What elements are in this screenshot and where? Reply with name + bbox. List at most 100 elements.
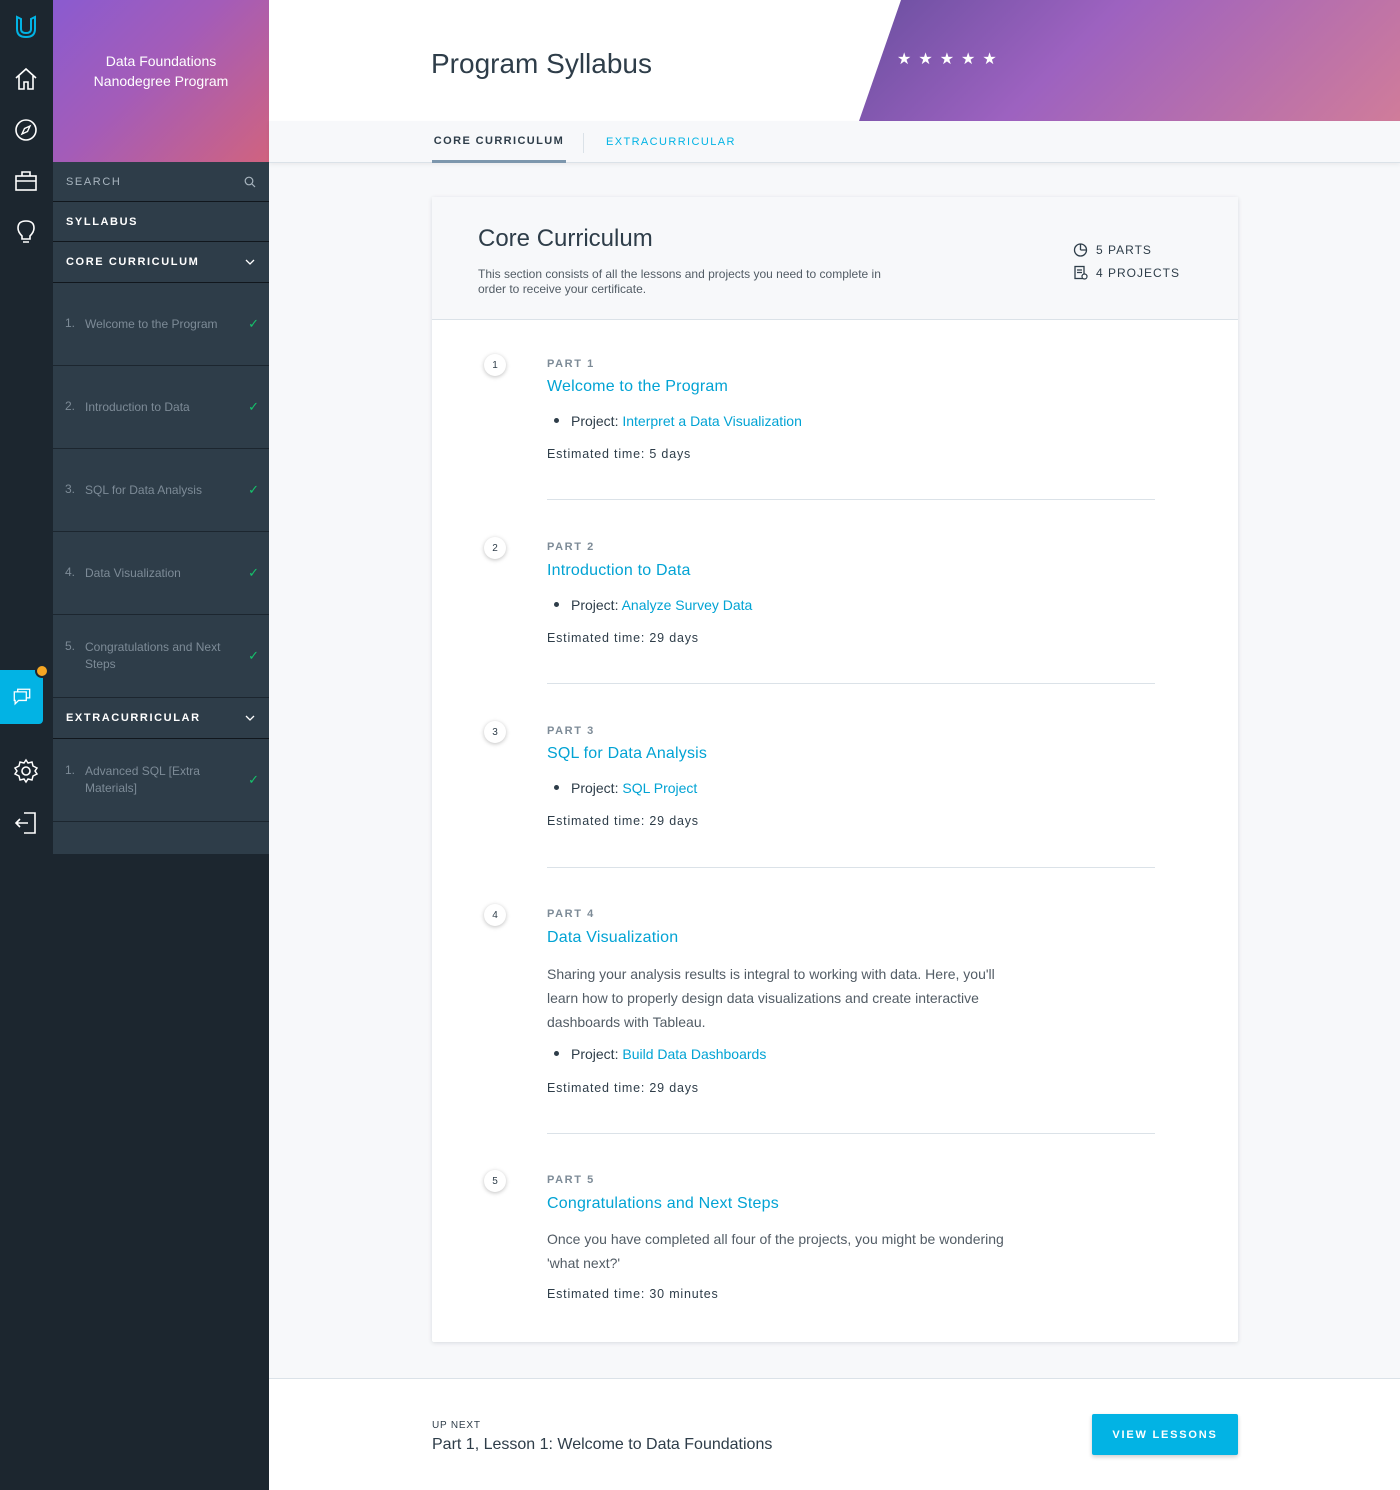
- project-document-icon: [1073, 265, 1088, 280]
- item-number: 4.: [65, 564, 76, 579]
- search-icon[interactable]: [244, 176, 256, 188]
- sidebar-item-welcome[interactable]: 1. Welcome to the Program ✓: [53, 283, 269, 366]
- chevron-down-icon: [244, 712, 256, 724]
- compass-icon[interactable]: [11, 115, 41, 145]
- project-link[interactable]: Interpret a Data Visualization: [622, 413, 802, 429]
- project-line: Project: SQL Project: [554, 780, 697, 796]
- part-label: PART 5: [547, 1174, 595, 1186]
- up-next-footer: UP NEXT Part 1, Lesson 1: Welcome to Dat…: [269, 1378, 1400, 1490]
- chat-icon: [10, 685, 34, 709]
- icon-rail: [0, 0, 53, 1490]
- main-content: Program Syllabus ★ ★ ★ ★ ★ CORE CURRICUL…: [269, 0, 1400, 1490]
- part-number-badge: 1: [484, 354, 506, 376]
- item-label: Advanced SQL [Extra Materials]: [85, 764, 200, 795]
- star-icon: ★: [897, 51, 912, 68]
- sidebar-item-sql[interactable]: 3. SQL for Data Analysis ✓: [53, 449, 269, 532]
- part-divider: [547, 499, 1155, 500]
- check-icon: ✓: [248, 482, 259, 497]
- part-label: PART 1: [547, 358, 595, 370]
- project-link[interactable]: SQL Project: [622, 780, 697, 796]
- item-label: Welcome to the Program: [85, 316, 218, 331]
- project-line: Project: Analyze Survey Data: [554, 597, 752, 613]
- home-icon[interactable]: [11, 64, 41, 94]
- tab-extracurricular[interactable]: EXTRACURRICULAR: [606, 121, 736, 163]
- curriculum-card: Core Curriculum This section consists of…: [432, 197, 1238, 1342]
- tab-core-curriculum[interactable]: CORE CURRICULUM: [432, 121, 566, 163]
- part-label: PART 3: [547, 725, 595, 737]
- parts-count: 5 PARTS: [1073, 238, 1180, 261]
- part-divider: [547, 1133, 1155, 1134]
- star-icon: ★: [961, 51, 976, 68]
- estimated-time: Estimated time: 30 minutes: [547, 1287, 719, 1301]
- part-divider: [547, 867, 1155, 868]
- udacity-logo-icon[interactable]: [11, 12, 41, 42]
- item-number: 1.: [65, 763, 76, 777]
- syllabus-label: SYLLABUS: [66, 215, 139, 228]
- project-prefix: Project:: [571, 780, 619, 796]
- sidebar-core-curriculum[interactable]: CORE CURRICULUM: [53, 242, 269, 283]
- part-title-link[interactable]: Congratulations and Next Steps: [547, 1195, 779, 1213]
- part-title-link[interactable]: SQL for Data Analysis: [547, 745, 707, 763]
- item-label: SQL for Data Analysis: [85, 482, 202, 497]
- sidebar-extracurricular[interactable]: EXTRACURRICULAR: [53, 698, 269, 739]
- sidebar-item-advanced-sql[interactable]: 1. Advanced SQL [Extra Materials] ✓: [53, 739, 269, 822]
- part-label: PART 4: [547, 908, 595, 920]
- sidebar-search[interactable]: SEARCH: [53, 162, 269, 202]
- estimated-time: Estimated time: 5 days: [547, 447, 692, 461]
- project-link[interactable]: Analyze Survey Data: [622, 597, 753, 613]
- part-title-link[interactable]: Welcome to the Program: [547, 378, 728, 396]
- check-icon: ✓: [248, 565, 259, 580]
- up-next-label: UP NEXT: [432, 1420, 481, 1431]
- bullet: [554, 784, 559, 790]
- extracurricular-label: EXTRACURRICULAR: [66, 712, 201, 724]
- item-label: Data Visualization: [85, 565, 181, 580]
- check-icon: ✓: [248, 316, 259, 331]
- core-curriculum-label: CORE CURRICULUM: [66, 256, 200, 268]
- part-divider: [547, 683, 1155, 684]
- part-number-badge: 4: [484, 904, 506, 926]
- next-lesson-title: Part 1, Lesson 1: Welcome to Data Founda…: [432, 1436, 773, 1453]
- part-title-link[interactable]: Data Visualization: [547, 929, 678, 947]
- lightbulb-icon[interactable]: [11, 216, 41, 246]
- check-icon: ✓: [248, 772, 259, 787]
- item-number: 5.: [65, 639, 76, 653]
- estimated-time: Estimated time: 29 days: [547, 814, 699, 828]
- card-header: Core Curriculum This section consists of…: [432, 197, 1238, 320]
- card-description: This section consists of all the lessons…: [478, 267, 881, 296]
- part-number-badge: 3: [484, 721, 506, 743]
- logout-icon[interactable]: [11, 808, 41, 838]
- sidebar-item-congratulations[interactable]: 5. Congratulations and Next Steps ✓: [53, 615, 269, 698]
- projects-count: 4 PROJECTS: [1073, 261, 1180, 284]
- view-lessons-button[interactable]: VIEW LESSONS: [1092, 1414, 1238, 1455]
- search-label: SEARCH: [66, 175, 122, 188]
- item-label: Congratulations and Next Steps: [85, 640, 221, 671]
- project-link[interactable]: Build Data Dashboards: [622, 1046, 766, 1062]
- page-title: Program Syllabus: [431, 48, 652, 79]
- briefcase-icon[interactable]: [11, 166, 41, 196]
- item-number: 1.: [65, 315, 76, 330]
- project-prefix: Project:: [571, 413, 619, 429]
- tab-divider: [583, 133, 584, 153]
- part-description: Once you have completed all four of the …: [547, 1231, 1004, 1271]
- star-icon: ★: [918, 51, 933, 68]
- check-icon: ✓: [248, 648, 259, 663]
- gear-icon[interactable]: [11, 756, 41, 786]
- sidebar-bottom: [53, 822, 269, 854]
- bullet: [554, 417, 559, 423]
- part-description: Sharing your analysis results is integra…: [547, 966, 995, 1030]
- projects-count-label: 4 PROJECTS: [1096, 265, 1181, 280]
- syllabus-sidebar: Data Foundations Nanodegree Program SEAR…: [53, 0, 269, 1490]
- part-title-link[interactable]: Introduction to Data: [547, 562, 691, 580]
- program-title: Data Foundations Nanodegree Program: [93, 53, 229, 89]
- sidebar-syllabus[interactable]: SYLLABUS: [53, 202, 269, 242]
- chat-button[interactable]: [0, 664, 49, 724]
- sidebar-item-introduction[interactable]: 2. Introduction to Data ✓: [53, 366, 269, 449]
- sidebar-item-visualization[interactable]: 4. Data Visualization ✓: [53, 532, 269, 615]
- project-line: Project: Build Data Dashboards: [554, 1046, 766, 1062]
- check-icon: ✓: [248, 399, 259, 414]
- pie-chart-icon: [1073, 242, 1088, 257]
- program-header: Data Foundations Nanodegree Program: [53, 0, 269, 162]
- page-header: Program Syllabus ★ ★ ★ ★ ★: [269, 0, 1400, 121]
- card-meta: 5 PARTS 4 PROJECTS: [1073, 238, 1180, 284]
- item-number: 3.: [65, 481, 76, 496]
